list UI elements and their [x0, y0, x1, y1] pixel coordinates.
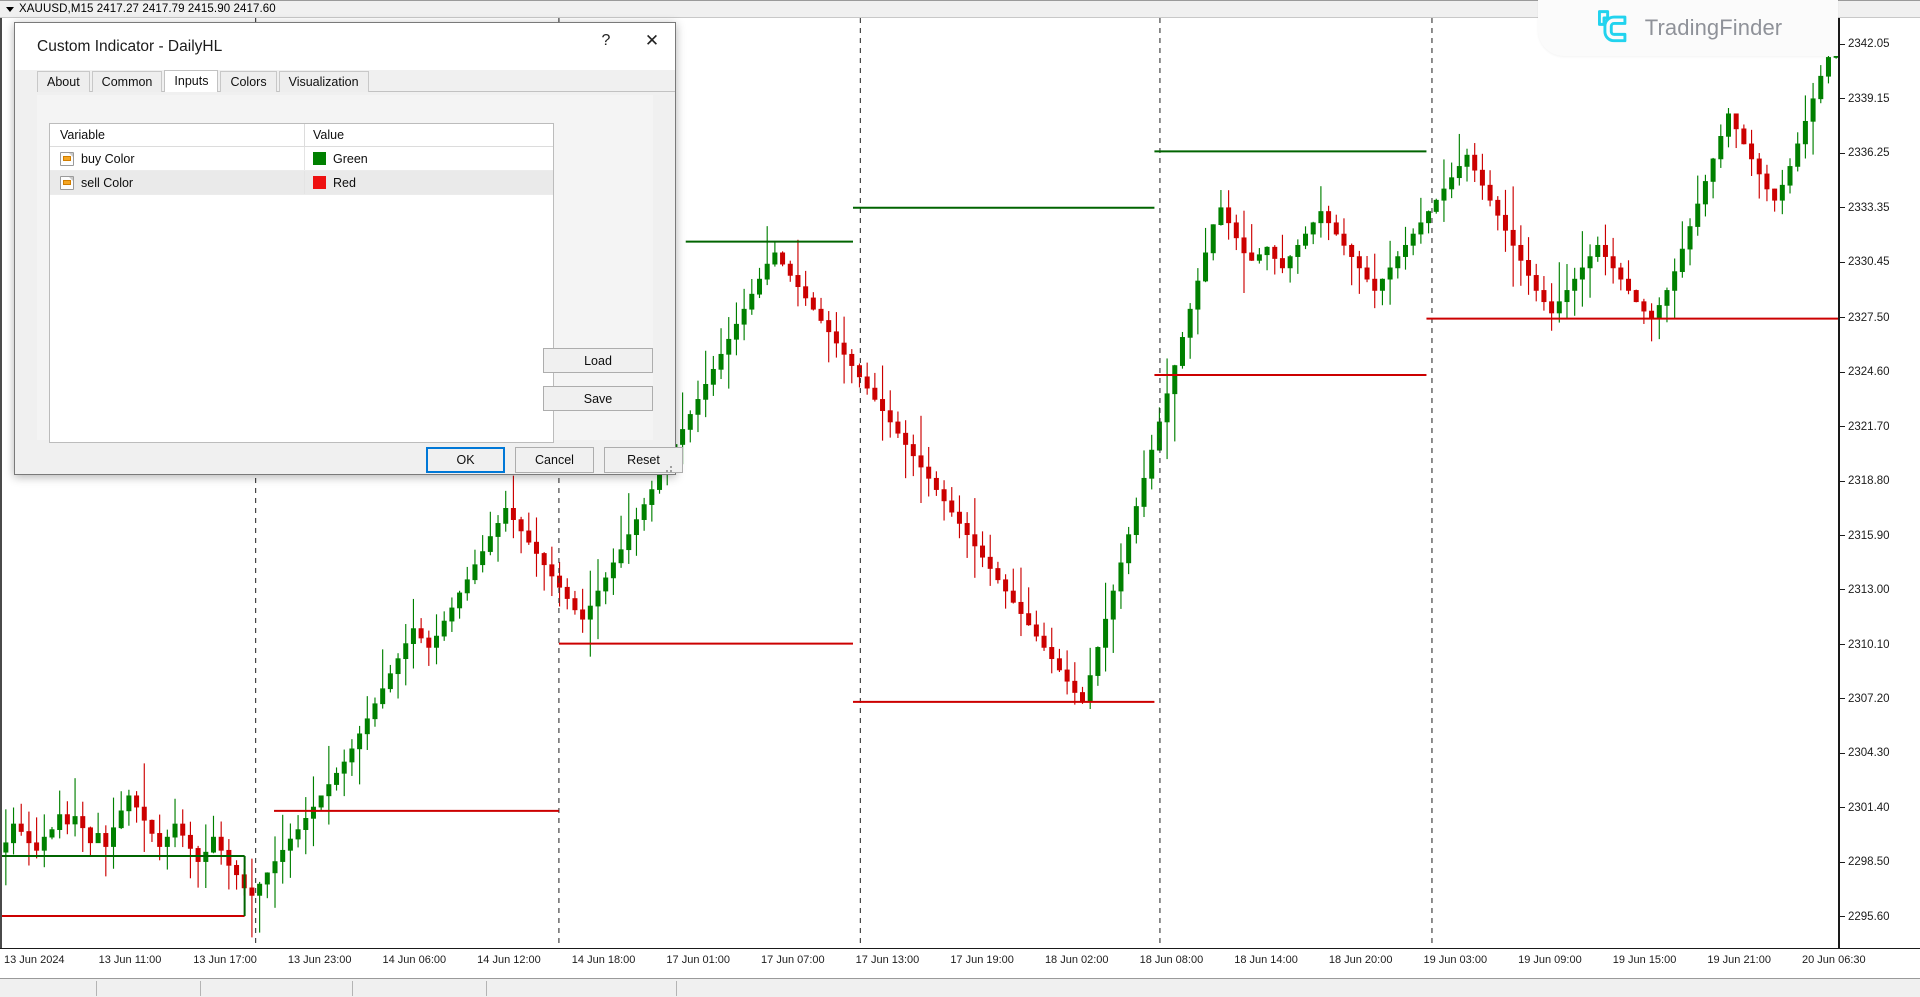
value-label: Red	[333, 176, 356, 190]
dialog-tabs[interactable]: AboutCommonInputsColorsVisualization	[37, 70, 675, 92]
value-cell[interactable]: Green	[304, 147, 553, 170]
dialog-footer: OK Cancel Reset	[15, 447, 675, 477]
price-tick-label: 2333.35	[1840, 202, 1920, 214]
time-tick-label: 19 Jun 09:00	[1518, 954, 1582, 966]
price-tick-label: 2342.05	[1840, 38, 1920, 50]
time-tick-label: 19 Jun 03:00	[1423, 954, 1487, 966]
grid-body: buy Color Green sell Color Red	[50, 147, 553, 195]
tradingfinder-watermark: TradingFinder	[1538, 0, 1838, 56]
variable-cell: buy Color	[50, 152, 304, 166]
ok-button[interactable]: OK	[426, 447, 505, 473]
time-tick-label: 17 Jun 01:00	[666, 954, 730, 966]
price-tick-label: 2339.15	[1840, 93, 1920, 105]
dialog-title: Custom Indicator - DailyHL	[37, 38, 222, 56]
variable-label: buy Color	[81, 152, 135, 166]
tab-visualization[interactable]: Visualization	[279, 71, 369, 92]
resize-grip-icon[interactable]	[662, 462, 672, 472]
status-cell	[352, 981, 355, 996]
time-tick-label: 20 Jun 06:30	[1802, 954, 1866, 966]
brand-name: TradingFinder	[1645, 15, 1782, 41]
table-row[interactable]: buy Color Green	[50, 147, 553, 171]
value-cell[interactable]: Red	[304, 171, 553, 194]
price-tick-label: 2327.50	[1840, 312, 1920, 324]
metatrader-window: XAUUSD,M15 2417.27 2417.79 2415.90 2417.…	[0, 0, 1920, 997]
time-tick-label: 13 Jun 2024	[4, 954, 65, 966]
tab-common[interactable]: Common	[92, 71, 163, 92]
time-tick-label: 19 Jun 21:00	[1707, 954, 1771, 966]
price-axis[interactable]: 2342.05 2339.15 2336.25 2333.35 2330.45 2327.…	[1838, 18, 1920, 948]
time-tick-label: 13 Jun 17:00	[193, 954, 257, 966]
tab-about[interactable]: About	[37, 71, 90, 92]
time-tick-label: 14 Jun 12:00	[477, 954, 541, 966]
time-tick-label: 18 Jun 14:00	[1234, 954, 1298, 966]
time-tick-label: 17 Jun 13:00	[856, 954, 920, 966]
time-tick-label: 17 Jun 19:00	[950, 954, 1014, 966]
input-variable-icon	[60, 152, 74, 166]
price-tick-label: 2298.50	[1840, 856, 1920, 868]
price-tick-label: 2304.30	[1840, 747, 1920, 759]
price-tick-label: 2321.70	[1840, 421, 1920, 433]
variable-cell: sell Color	[50, 176, 304, 190]
time-tick-label: 17 Jun 07:00	[761, 954, 825, 966]
color-swatch-icon	[313, 152, 326, 165]
status-cell	[200, 981, 203, 996]
price-tick-label: 2330.45	[1840, 256, 1920, 268]
tradingfinder-logo-icon	[1594, 8, 1634, 48]
time-tick-label: 18 Jun 02:00	[1045, 954, 1109, 966]
caret-down-icon[interactable]	[6, 7, 14, 12]
time-tick-label: 13 Jun 23:00	[288, 954, 352, 966]
tab-inputs[interactable]: Inputs	[164, 70, 218, 92]
value-label: Green	[333, 152, 368, 166]
price-tick-label: 2307.20	[1840, 693, 1920, 705]
tab-colors[interactable]: Colors	[220, 71, 276, 92]
dialog-titlebar[interactable]: Custom Indicator - DailyHL ? ✕	[15, 23, 675, 70]
cancel-button[interactable]: Cancel	[515, 447, 594, 473]
input-variable-icon	[60, 176, 74, 190]
price-tick-label: 2318.80	[1840, 475, 1920, 487]
help-button[interactable]: ?	[583, 23, 629, 59]
symbol-quote-text: XAUUSD,M15 2417.27 2417.79 2415.90 2417.…	[19, 3, 276, 15]
load-button[interactable]: Load	[543, 348, 653, 373]
table-row[interactable]: sell Color Red	[50, 171, 553, 195]
close-icon[interactable]: ✕	[629, 23, 675, 59]
price-tick-label: 2324.60	[1840, 366, 1920, 378]
status-bar	[0, 978, 1920, 997]
color-swatch-icon	[313, 176, 326, 189]
time-axis[interactable]: 13 Jun 2024 13 Jun 11:00 13 Jun 17:00 13 Ju…	[0, 948, 1920, 978]
status-cell	[96, 981, 99, 996]
column-header-variable: Variable	[50, 128, 304, 142]
save-button[interactable]: Save	[543, 386, 653, 411]
price-tick-label: 2301.40	[1840, 802, 1920, 814]
price-tick-label: 2313.00	[1840, 584, 1920, 596]
grid-header-row: Variable Value	[50, 124, 553, 147]
titlebar-buttons: ? ✕	[583, 23, 675, 59]
column-header-value: Value	[304, 124, 553, 146]
time-tick-label: 18 Jun 08:00	[1140, 954, 1204, 966]
time-tick-label: 18 Jun 20:00	[1329, 954, 1393, 966]
status-cell	[486, 981, 489, 996]
variable-label: sell Color	[81, 176, 133, 190]
price-tick-label: 2310.10	[1840, 639, 1920, 651]
status-cell	[676, 981, 679, 996]
time-tick-label: 14 Jun 18:00	[572, 954, 636, 966]
time-tick-label: 19 Jun 15:00	[1613, 954, 1677, 966]
inputs-tab-panel: Variable Value buy Color Green sell Color R…	[37, 95, 653, 440]
price-tick-label: 2295.60	[1840, 911, 1920, 923]
price-tick-label: 2315.90	[1840, 530, 1920, 542]
custom-indicator-dialog[interactable]: Custom Indicator - DailyHL ? ✕ AboutComm…	[14, 22, 676, 475]
inputs-grid[interactable]: Variable Value buy Color Green sell Color R…	[49, 123, 554, 443]
time-tick-label: 14 Jun 06:00	[383, 954, 447, 966]
price-tick-label: 2336.25	[1840, 147, 1920, 159]
time-tick-label: 13 Jun 11:00	[99, 954, 162, 966]
